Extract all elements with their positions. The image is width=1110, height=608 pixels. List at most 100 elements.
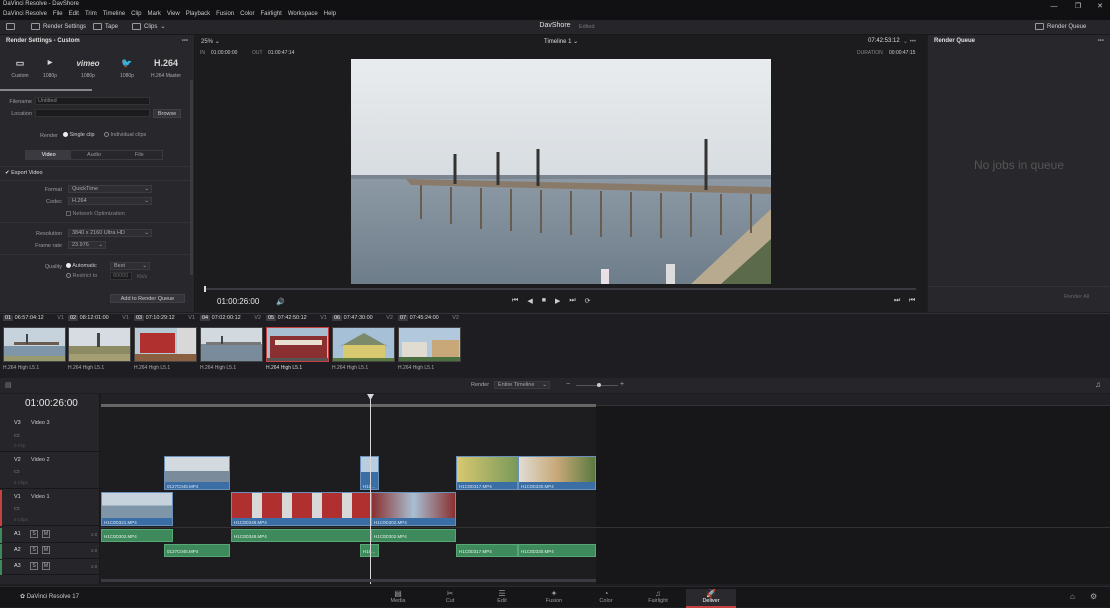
go-to-start-icon[interactable]: ⏮ (512, 297, 518, 305)
page-fusion[interactable]: ✦ Fusion (536, 589, 572, 604)
mute-button[interactable]: M (42, 562, 50, 570)
clip-thumbnail[interactable] (68, 327, 131, 362)
menu-item[interactable]: Clip (131, 11, 141, 17)
clip-thumbnail[interactable] (134, 327, 197, 362)
solo-button[interactable]: S (30, 546, 38, 554)
mute-button[interactable]: M (42, 546, 50, 554)
track-lock-icon[interactable]: ▭ (14, 432, 20, 439)
preset-h264[interactable]: H.264 H.264 Master (146, 57, 186, 79)
more-options-icon[interactable]: ••• (182, 38, 188, 44)
viewer-frame-pier[interactable] (351, 59, 771, 284)
page-cut[interactable]: ✂ Cut (432, 589, 468, 604)
location-input[interactable] (35, 109, 150, 117)
scrollbar[interactable] (190, 80, 193, 275)
format-select[interactable]: QuickTime ⌄ (68, 185, 152, 193)
menu-item[interactable]: File (53, 11, 63, 17)
quality-restrict-radio[interactable]: Restrict to (66, 273, 97, 279)
go-to-end-icon[interactable]: ⏭ (569, 297, 575, 305)
audio-clip[interactable]: H1C0D302.MP4 (371, 529, 456, 542)
play-icon[interactable]: ▶ (555, 297, 560, 305)
clip-thumbnail-selected[interactable] (266, 327, 329, 362)
more-options-icon[interactable]: ••• (1098, 38, 1104, 44)
add-to-render-queue-button[interactable]: Add to Render Queue (110, 294, 185, 303)
timeline-select[interactable]: Timeline 1 ⌄ (544, 38, 578, 45)
track-header-a2[interactable]: A2 S M 2.0 (0, 544, 100, 559)
track-header-v2[interactable]: V2 Video 2 ▭ 5 Clips (0, 453, 100, 489)
scrubber-playhead[interactable] (204, 286, 206, 292)
restore-icon[interactable]: ❐ (1071, 2, 1085, 11)
menu-item[interactable]: Trim (85, 11, 97, 17)
track-header-a3[interactable]: A3 S M 2.0 (0, 560, 100, 575)
next-clip-icon[interactable]: ⏭ (894, 297, 900, 305)
preset-vimeo[interactable]: vimeo 1080p (68, 57, 108, 79)
tab-file[interactable]: File (117, 151, 162, 159)
codec-select[interactable]: H.264 ⌄ (68, 197, 152, 205)
page-media[interactable]: ▤ Media (380, 589, 416, 604)
zoom-select[interactable]: 25% ⌄ (201, 38, 220, 45)
filename-input[interactable]: Untitled (35, 97, 150, 105)
zoom-out-icon[interactable]: − (566, 381, 570, 388)
close-icon[interactable]: ✕ (1093, 2, 1107, 11)
page-color[interactable]: ◔ Color (588, 589, 624, 604)
timeline-scrollbar[interactable] (101, 579, 596, 582)
menu-item[interactable]: Timeline (103, 11, 125, 17)
preset-twitter[interactable]: 🐦 1080p (107, 57, 147, 79)
volume-icon[interactable]: 🔊 (276, 298, 285, 306)
preset-scroll-indicator[interactable] (0, 89, 92, 91)
page-fairlight[interactable]: ♫ Fairlight (640, 589, 676, 604)
single-clip-radio[interactable]: Single clip (63, 132, 95, 138)
quality-select[interactable]: Best ⌄ (110, 262, 150, 270)
menu-item[interactable]: Help (324, 11, 336, 17)
timeline-options-icon[interactable]: ▤ (5, 381, 12, 389)
home-icon[interactable]: ⌂ (1070, 592, 1075, 601)
timeline-clip[interactable]: H1C0D348.MP4 (231, 492, 371, 526)
audio-clip[interactable]: H1C0D302.MP4 (101, 529, 173, 542)
scrubber-bar[interactable] (204, 288, 916, 290)
page-deliver[interactable]: 🚀 Deliver (686, 589, 736, 608)
audio-clip[interactable]: 0127C045.MP4 (164, 544, 230, 557)
network-optimization-checkbox[interactable]: Network Optimization (66, 211, 125, 217)
tab-video[interactable]: Video (26, 151, 72, 159)
menu-item[interactable]: Mark (148, 11, 161, 17)
minimize-icon[interactable]: — (1047, 2, 1061, 11)
menu-item[interactable]: DaVinci Resolve (3, 11, 47, 17)
timeline-clip[interactable]: H1C0D302.MP4 (371, 492, 456, 526)
zoom-in-icon[interactable]: + (620, 381, 624, 388)
render-all-button[interactable]: Render All (1064, 294, 1089, 300)
framerate-select[interactable]: 23.976 ⌄ (68, 241, 106, 249)
tab-audio[interactable]: Audio (71, 151, 116, 159)
loop-icon[interactable]: ⟳ (585, 297, 591, 305)
clip-thumbnail[interactable] (3, 327, 66, 362)
zoom-slider-handle[interactable] (597, 383, 601, 387)
track-header-a1[interactable]: A1 S M 2.0 (0, 528, 100, 543)
resolution-select[interactable]: 3840 x 2160 Ultra HD ⌄ (68, 229, 152, 237)
menu-item[interactable]: Playback (186, 11, 210, 17)
timeline-clip[interactable]: H1C0D330.MP4 (518, 456, 596, 490)
render-range-select[interactable]: Entire Timeline ⌄ (494, 381, 550, 389)
track-header-v3[interactable]: V3 Video 3 ▭ 0 Clip (0, 416, 100, 452)
clip-thumbnail[interactable] (200, 327, 263, 362)
track-lock-icon[interactable]: ▭ (14, 468, 20, 475)
track-header-v1[interactable]: V1 Video 1 ▭ 5 Clips (0, 490, 100, 526)
page-edit[interactable]: ☰ Edit (484, 589, 520, 604)
solo-button[interactable]: S (30, 530, 38, 538)
prev-clip-icon[interactable]: ⏮ (909, 297, 915, 305)
menu-item[interactable]: Fusion (216, 11, 234, 17)
menu-item[interactable]: View (167, 11, 180, 17)
timeline-playhead[interactable] (370, 394, 371, 584)
clip-thumbnail[interactable] (332, 327, 395, 362)
menu-item[interactable]: Fairlight (260, 11, 281, 17)
timeline-clip[interactable]: 0127C045.MP4 (164, 456, 230, 490)
quality-automatic-radio[interactable]: Automatic (66, 263, 97, 269)
preset-youtube[interactable]: ▶ 1080p (30, 57, 70, 79)
audio-clip[interactable]: H1C0D330.MP4 (518, 544, 596, 557)
gear-icon[interactable]: ⚙ (1090, 592, 1097, 601)
menu-item[interactable]: Color (240, 11, 254, 17)
timeline-area[interactable]: 0127C045.MP4 H10... H1C0D317.MP4 H1C0D33… (101, 394, 1110, 584)
reverse-play-icon[interactable]: ◀ (527, 297, 532, 305)
clip-thumbnail[interactable] (398, 327, 461, 362)
timeline-clip[interactable]: H1C0D321.MP4 (101, 492, 173, 526)
timeline-clip[interactable]: H1C0D317.MP4 (456, 456, 518, 490)
audio-clip[interactable]: H1C0D317.MP4 (456, 544, 518, 557)
viewer-options-icon[interactable]: ⌄ ••• (903, 38, 916, 45)
